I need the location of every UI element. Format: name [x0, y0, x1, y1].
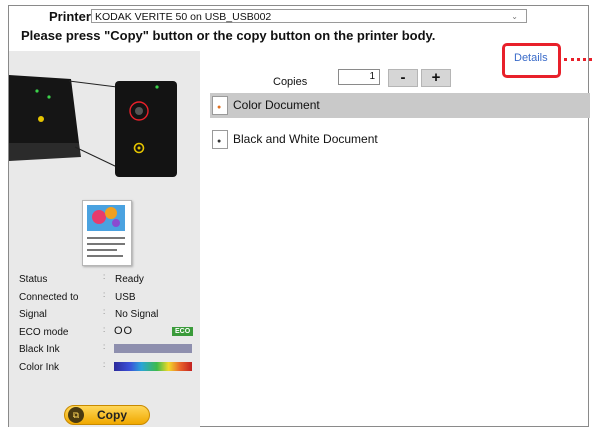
black-ink-level-bar [114, 344, 192, 353]
printer-selector-row: Printer: KODAK VERITE 50 on USB_USB002 ⌄ [9, 6, 588, 26]
document-thumbnail [82, 200, 132, 266]
printer-dropdown-value: KODAK VERITE 50 on USB_USB002 [95, 11, 272, 23]
copy-button-label: Copy [97, 408, 127, 422]
copy-icon: ⧉ [68, 407, 84, 423]
status-value: Ready [115, 274, 144, 285]
bw-document-icon: ● [212, 130, 228, 149]
details-link[interactable]: Details [514, 52, 548, 64]
document-type-option-color[interactable]: ● Color Document [210, 93, 590, 118]
document-type-option-bw[interactable]: ● Black and White Document [210, 127, 590, 152]
document-type-label: Black and White Document [233, 132, 378, 146]
callout-dotted-line [564, 58, 595, 61]
copies-label: Copies [273, 76, 308, 88]
printer-label: Printer: [49, 9, 96, 24]
chevron-down-icon: ⌄ [511, 12, 518, 21]
color-ink-level-bar [114, 361, 192, 371]
eco-badge: ECO [172, 326, 194, 336]
connection-value: USB [115, 291, 136, 303]
printer-dropdown[interactable]: KODAK VERITE 50 on USB_USB002 ⌄ [91, 9, 527, 23]
printer-photo [9, 61, 200, 186]
copy-button[interactable]: ⧉ Copy [64, 405, 150, 425]
copy-utility-window: Printer: KODAK VERITE 50 on USB_USB002 ⌄… [8, 5, 595, 427]
signal-value: No Signal [115, 309, 159, 320]
printer-status-panel: Status : Ready Connected to : USB Signal… [9, 51, 200, 427]
copies-decrement-button[interactable]: - [388, 69, 418, 87]
instruction-text: Please press "Copy" button or the copy b… [21, 28, 436, 43]
copies-increment-button[interactable]: + [421, 69, 451, 87]
eco-mode-indicator: OO [114, 324, 134, 337]
document-type-label: Color Document [233, 98, 320, 112]
color-document-icon: ● [212, 96, 228, 115]
copies-input[interactable]: 1 [338, 69, 380, 85]
